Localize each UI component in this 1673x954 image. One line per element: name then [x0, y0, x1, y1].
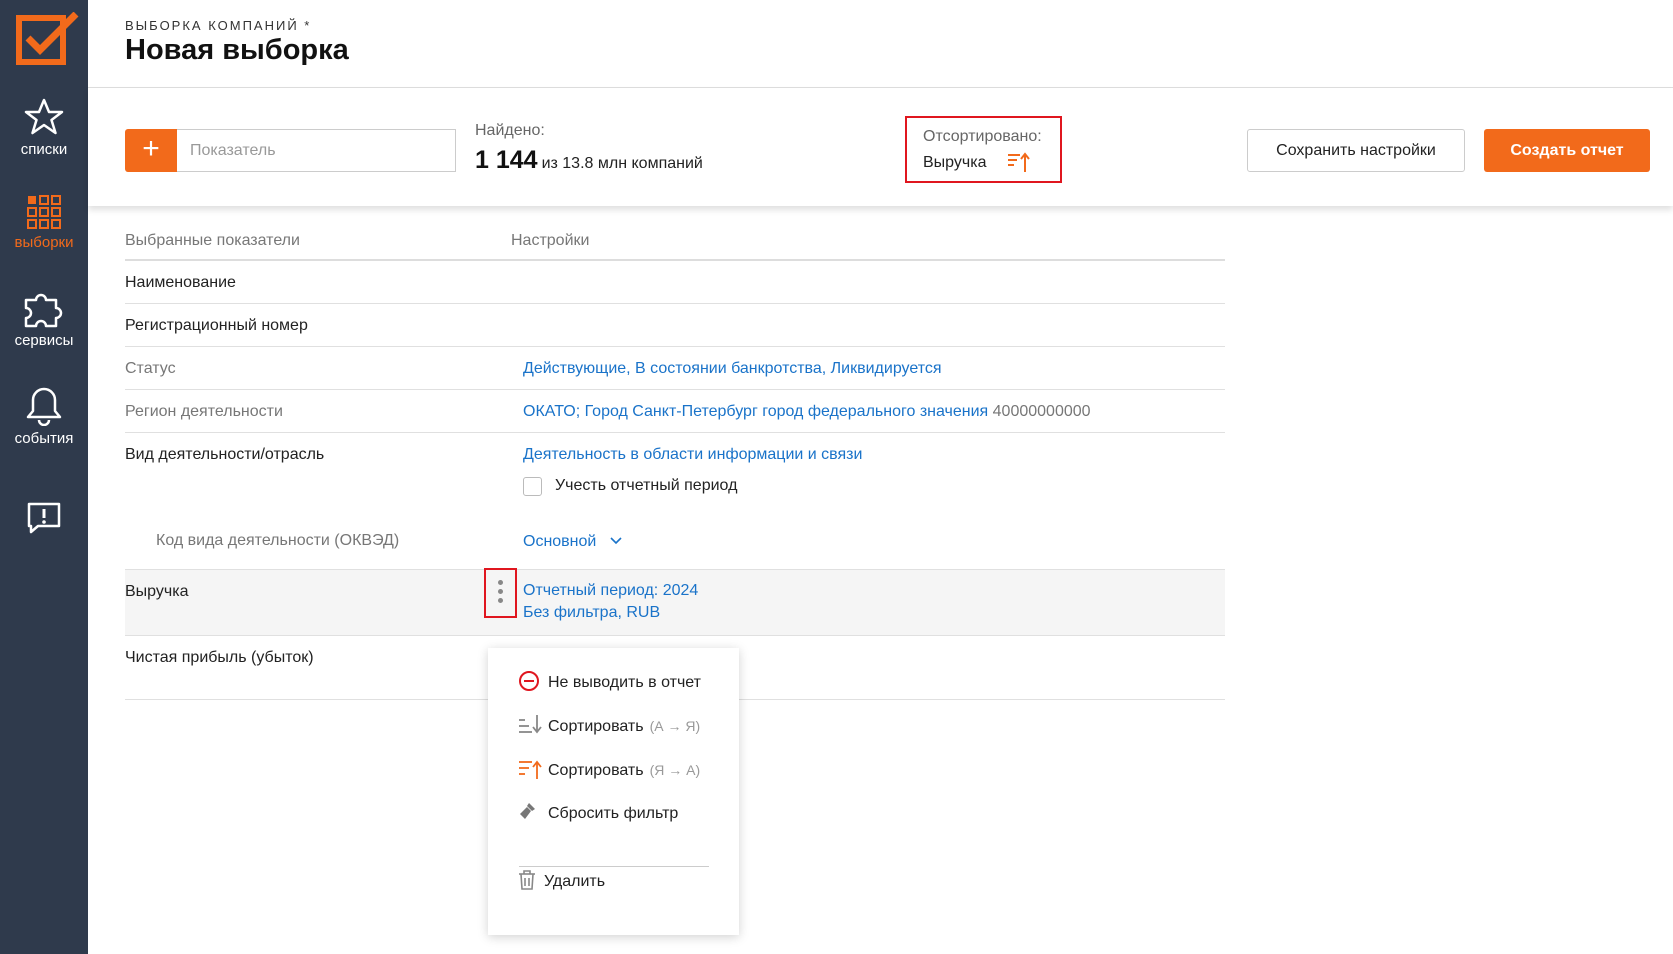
row-label: Код вида деятельности (ОКВЭД) [156, 532, 400, 549]
status-filter-link[interactable]: Действующие, В состоянии банкротства, Ли… [523, 360, 942, 378]
table-row: Регистрационный номер [125, 304, 1225, 347]
menu-item-label: Удалить [544, 873, 606, 890]
breadcrumb: ВЫБОРКА КОМПАНИЙ * [125, 18, 312, 33]
column-header-settings: Настройки [511, 232, 590, 249]
row-context-menu: Не выводить в отчет Сортировать (А → Я) С… [488, 648, 739, 935]
row-label: Чистая прибыль (убыток) [125, 649, 314, 666]
sidebar: списки выборки сервисы события [0, 0, 88, 954]
sidebar-item-label: выборки [14, 234, 74, 251]
bell-icon [26, 387, 62, 426]
table-row: Вид деятельности/отрасль Деятельность в … [125, 433, 1225, 570]
row-label: Регион деятельности [125, 403, 283, 420]
sidebar-item-events[interactable]: события [0, 386, 88, 447]
menu-item-label: Сбросить фильтр [548, 805, 679, 822]
menu-item-label: Сортировать (А → Я) [548, 718, 700, 736]
table-row: Регион деятельности ОКАТО; Город Санкт-П… [125, 390, 1225, 433]
indicators-table: Выбранные показатели Настройки Наименова… [125, 218, 1225, 700]
sorted-value: Выручка [923, 154, 987, 171]
region-value: ОКАТО; Город Санкт-Петербург город федер… [523, 403, 989, 420]
menu-item-label: Сортировать (Я → А) [548, 762, 700, 780]
menu-item-label: Не выводить в отчет [548, 674, 701, 691]
sidebar-item-lists[interactable]: списки [0, 97, 88, 158]
table-row: Статус Действующие, В состоянии банкротс… [125, 347, 1225, 390]
sidebar-item-label: списки [20, 141, 68, 158]
found-count: 1 144 из 13.8 млн компаний [475, 146, 703, 175]
table-row: Наименование [125, 261, 1225, 304]
minus-circle-icon [519, 671, 539, 691]
reporting-period-checkbox[interactable] [523, 477, 542, 496]
broom-icon [520, 803, 535, 819]
sort-desc-icon [1008, 152, 1030, 172]
found-suffix: из 13.8 млн компаний [541, 155, 703, 172]
column-header-indicators: Выбранные показатели [125, 232, 300, 249]
region-code: 40000000000 [992, 403, 1091, 420]
row-label: Вид деятельности/отрасль [125, 446, 325, 463]
revenue-period-link[interactable]: Отчетный период: 2024 [523, 582, 698, 600]
page-title: Новая выборка [125, 34, 349, 66]
row-more-button[interactable] [484, 568, 517, 618]
feedback-icon [27, 502, 61, 534]
toolbar: + Найдено: 1 144из 13.8 млн компаний Отс… [88, 88, 1673, 206]
puzzle-icon [24, 293, 63, 328]
logo-icon[interactable] [16, 12, 82, 68]
table-row: Выручка Отчетный период: 2024 Без фильтр… [125, 568, 1225, 636]
grid-icon [27, 195, 61, 229]
sidebar-item-label: сервисы [14, 332, 74, 349]
sort-desc-icon [519, 760, 542, 779]
sidebar-item-services[interactable]: сервисы [0, 290, 88, 349]
sorted-indicator: Отсортировано: Выручка [905, 116, 1062, 183]
menu-item-hint: (Я → А) [649, 762, 701, 778]
menu-divider [519, 866, 709, 867]
save-settings-button[interactable]: Сохранить настройки [1247, 129, 1465, 172]
table-header: Выбранные показатели Настройки [125, 218, 1225, 261]
okved-value: Основной [523, 533, 597, 550]
menu-item-text: Сортировать [548, 718, 644, 735]
row-label: Регистрационный номер [125, 317, 308, 334]
okved-dropdown[interactable]: Основной [523, 533, 623, 551]
sort-asc-icon [519, 715, 542, 734]
row-label: Выручка [125, 583, 189, 600]
create-report-button[interactable]: Создать отчет [1484, 129, 1650, 172]
found-number: 1 144 [475, 146, 538, 174]
region-filter-link[interactable]: ОКАТО; Город Санкт-Петербург город федер… [523, 403, 1091, 421]
star-icon [24, 98, 64, 135]
chevron-down-icon [610, 537, 622, 545]
activity-filter-link[interactable]: Деятельность в области информации и связ… [523, 446, 862, 464]
sidebar-item-feedback[interactable] [0, 500, 88, 540]
row-label: Статус [125, 360, 176, 377]
revenue-filter-link[interactable]: Без фильтра, RUB [523, 604, 660, 622]
add-indicator-button[interactable]: + [125, 129, 177, 172]
indicator-search-input[interactable] [177, 129, 456, 172]
menu-item-hint: (А → Я) [649, 718, 701, 734]
sorted-label: Отсортировано: [923, 128, 1042, 145]
sidebar-item-selections[interactable]: выборки [0, 194, 88, 251]
found-label: Найдено: [475, 122, 545, 139]
checkbox-label: Учесть отчетный период [555, 477, 738, 494]
menu-item-text: Сортировать [548, 762, 644, 779]
trash-icon [519, 870, 535, 890]
row-label: Наименование [125, 274, 236, 291]
page-header: ВЫБОРКА КОМПАНИЙ * Новая выборка [88, 0, 1673, 88]
more-vertical-icon [498, 580, 503, 607]
sidebar-item-label: события [14, 430, 74, 447]
